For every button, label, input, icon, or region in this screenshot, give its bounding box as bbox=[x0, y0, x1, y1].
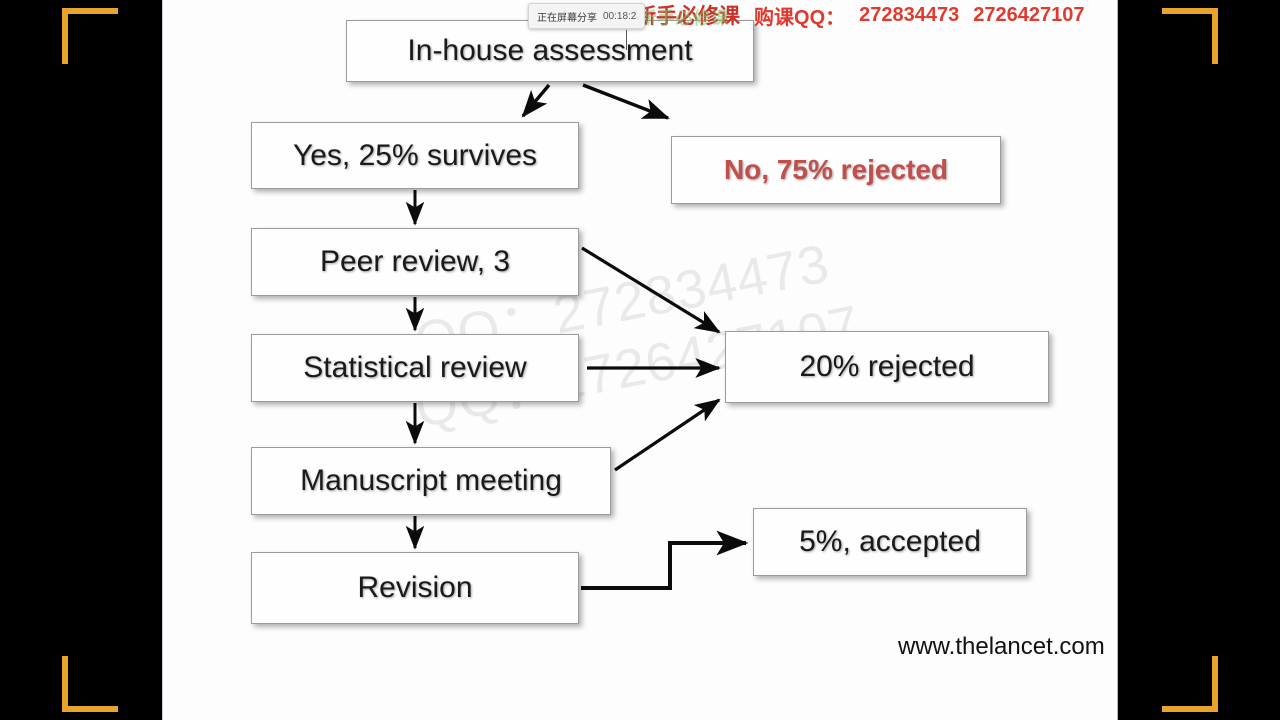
node-label: In-house assessment bbox=[407, 34, 693, 67]
frame-corner-top-left bbox=[62, 8, 118, 64]
node-label: 20% rejected bbox=[799, 350, 975, 383]
node-yes-survives[interactable]: Yes, 25% survives bbox=[251, 122, 579, 189]
edge-revision-accepted bbox=[581, 530, 749, 590]
node-revision[interactable]: Revision bbox=[251, 552, 579, 624]
frame-corner-bottom-right bbox=[1162, 656, 1218, 712]
screen-root: QQ：272834473 QQ：2726427107 In-house asse… bbox=[0, 0, 1280, 720]
node-label: Peer review, 3 bbox=[319, 245, 511, 278]
node-label: No, 75% rejected bbox=[723, 154, 949, 185]
screen-share-timer: 00:18:2 bbox=[603, 10, 637, 22]
node-statistical-review[interactable]: Statistical review bbox=[251, 334, 579, 402]
screen-share-caret bbox=[626, 30, 627, 50]
node-20-percent-rejected[interactable]: 20% rejected bbox=[725, 331, 1049, 403]
node-label: Manuscript meeting bbox=[300, 464, 562, 497]
frame-corner-top-right bbox=[1162, 8, 1218, 64]
screen-share-label: 正在屏幕分享 bbox=[537, 12, 597, 24]
source-url: www.thelancet.com bbox=[898, 633, 1105, 660]
promo-qq-number-1: 272834473 bbox=[859, 3, 960, 26]
node-peer-review[interactable]: Peer review, 3 bbox=[251, 228, 579, 296]
node-label: Revision bbox=[357, 571, 473, 604]
node-no-rejected[interactable]: No, 75% rejected bbox=[671, 136, 1001, 204]
edge-inhouse-no bbox=[582, 83, 670, 120]
node-label: Yes, 25% survives bbox=[292, 138, 537, 172]
frame-corner-bottom-left bbox=[62, 656, 118, 712]
promo-qq-number-2: 2726427107 bbox=[973, 3, 1085, 26]
node-5-percent-accepted[interactable]: 5%, accepted bbox=[753, 508, 1027, 576]
slide-canvas: QQ：272834473 QQ：2726427107 In-house asse… bbox=[162, 0, 1118, 720]
edge-peer-rejected bbox=[581, 246, 721, 334]
edge-manu-rejected bbox=[614, 398, 721, 472]
screen-share-indicator[interactable]: 正在屏幕分享 00:18:2 bbox=[528, 3, 646, 29]
edge-inhouse-yes bbox=[521, 83, 551, 118]
node-label: Statistical review bbox=[303, 351, 527, 384]
promo-buy-label: 购课QQ： bbox=[754, 6, 846, 29]
promo-banner: SCI新手必修课 SCI新手必修课 购课QQ： 272834473 272642… bbox=[600, 0, 1084, 30]
node-manuscript-meeting[interactable]: Manuscript meeting bbox=[251, 447, 611, 515]
node-label: 5%, accepted bbox=[799, 525, 981, 558]
